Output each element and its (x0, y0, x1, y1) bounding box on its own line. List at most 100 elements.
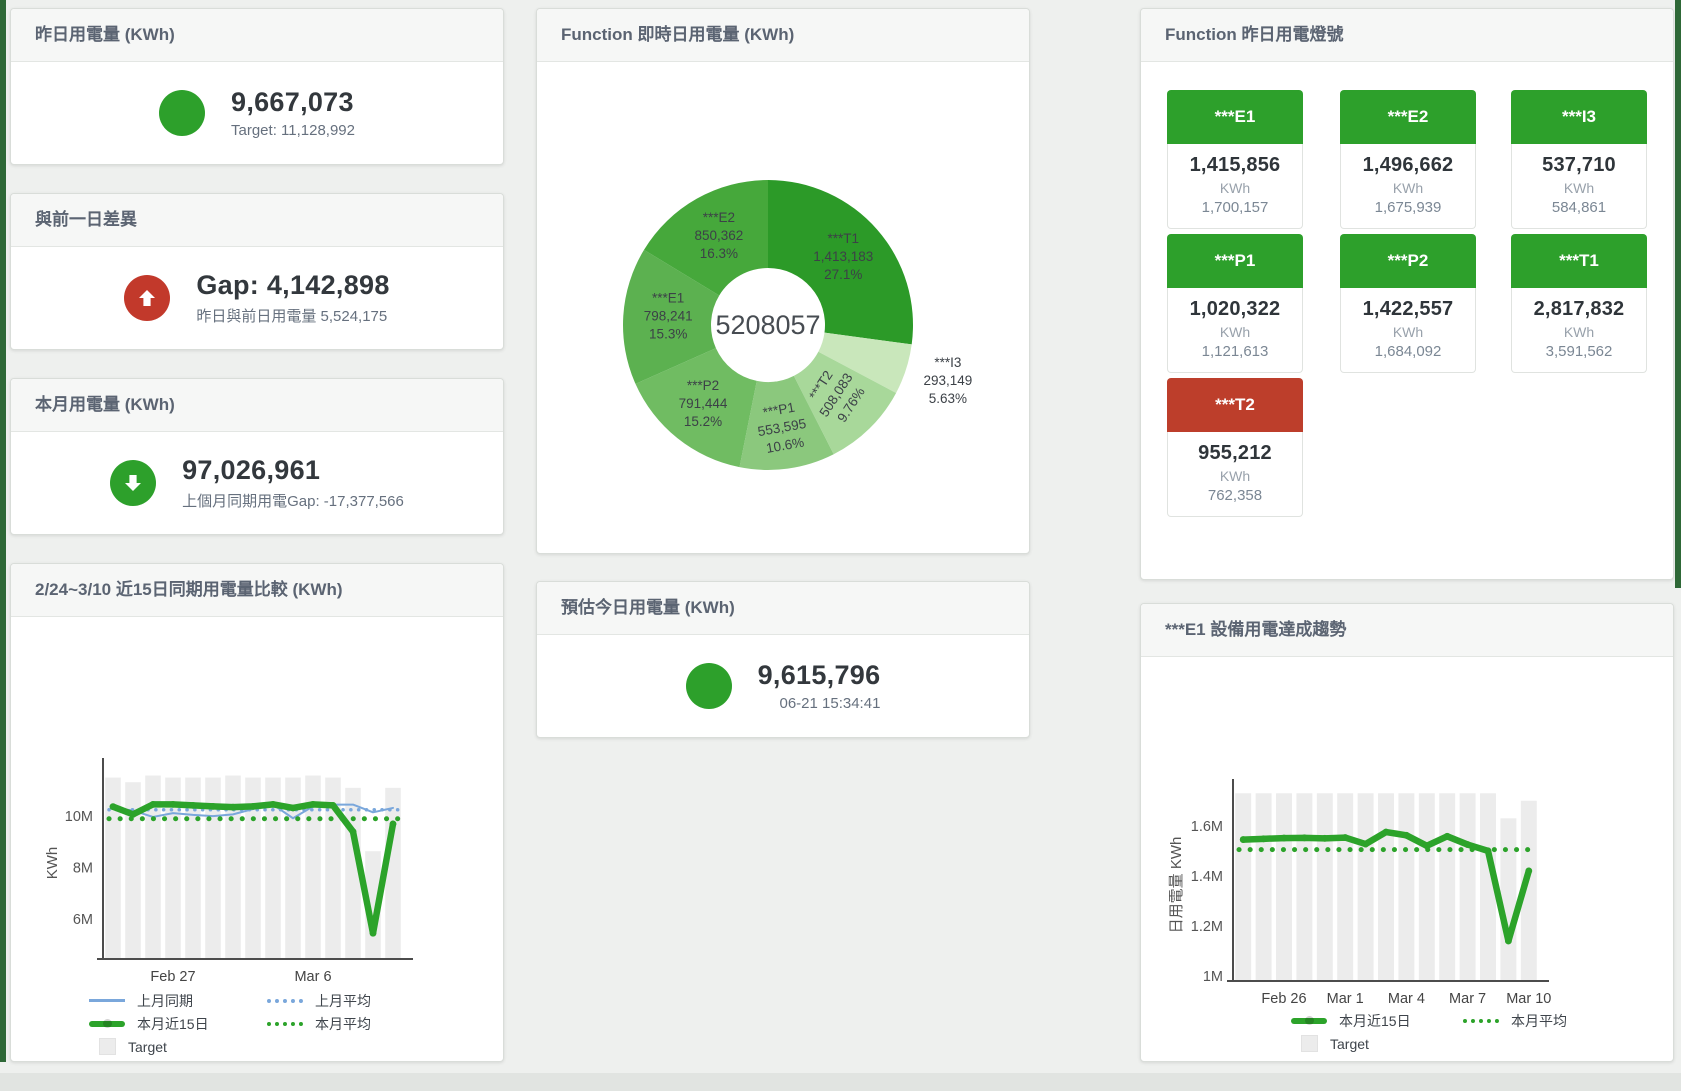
panel-realtime-usage-donut: Function 即時日用電量 (KWh) ***T11,413,18327.1… (536, 8, 1030, 554)
panel-yesterday-status-lights: Function 昨日用電燈號 ***E11,415,856KWh1,700,1… (1140, 8, 1674, 580)
light-tile-P2: ***P21,422,557KWh1,684,092 (1340, 234, 1476, 373)
target-bar[interactable] (1398, 793, 1414, 981)
light-tile-I3: ***I3537,710KWh584,861 (1511, 90, 1647, 229)
x-tick-label: Mar 6 (294, 969, 331, 985)
legend-item-Target[interactable]: Target (89, 1038, 267, 1055)
target-bar[interactable] (225, 776, 241, 959)
donut-center-total: 5208057 (715, 310, 820, 340)
light-tile-target: 3,591,562 (1514, 343, 1644, 360)
legend-item-本月平均[interactable]: 本月平均 (1463, 1011, 1635, 1031)
panel-title: ***E1 設備用電達成趨勢 (1141, 604, 1673, 657)
series-point (1362, 841, 1369, 848)
legend-item-本月近15日[interactable]: 本月近15日 (89, 1014, 267, 1034)
light-tile-E1: ***E11,415,856KWh1,700,157 (1167, 90, 1303, 229)
legend-item-Target[interactable]: Target (1291, 1035, 1463, 1052)
light-tile-T2: ***T2955,212KWh762,358 (1167, 378, 1303, 517)
series-point (1423, 842, 1430, 849)
series-point (310, 801, 317, 808)
series-point (1464, 841, 1471, 848)
target-bar[interactable] (1256, 793, 1272, 981)
legend-target-square-icon (99, 1038, 116, 1055)
target-bar[interactable] (1500, 818, 1516, 981)
panel-title: 2/24~3/10 近15日同期用電量比較 (KWh) (11, 564, 503, 617)
legend-item-上月平均[interactable]: 上月平均 (267, 991, 445, 1011)
light-tile-unit: KWh (1343, 180, 1473, 196)
series-point (1301, 834, 1308, 841)
legend-item-本月平均[interactable]: 本月平均 (267, 1014, 445, 1034)
panel-title: 本月用電量 (KWh) (11, 379, 503, 432)
series-point (1342, 834, 1349, 841)
y-tick-label: 1.6M (1191, 819, 1223, 835)
light-tile-body: 1,496,662KWh1,675,939 (1340, 144, 1476, 229)
legend-dotted-thick-line-icon (1463, 1019, 1499, 1023)
light-tile-target: 1,700,157 (1170, 199, 1300, 216)
series-point (230, 804, 237, 811)
target-bar[interactable] (1439, 793, 1455, 981)
series-point (1260, 835, 1267, 842)
series-point (290, 805, 297, 812)
light-tile-target: 584,861 (1514, 199, 1644, 216)
arrow-down-icon (122, 472, 144, 494)
legend-label: 本月平均 (1511, 1011, 1567, 1031)
target-bar[interactable] (1235, 793, 1251, 981)
series-point (1281, 835, 1288, 842)
series-point (270, 801, 277, 808)
target-bar[interactable] (1419, 793, 1435, 981)
light-tile-body: 1,415,856KWh1,700,157 (1167, 144, 1303, 229)
x-tick-label: Mar 4 (1388, 991, 1425, 1007)
series-point (350, 828, 357, 835)
x-tick-label: Feb 27 (150, 969, 195, 985)
realtime-donut-chart[interactable]: ***T11,413,18327.1%***I3293,1495.63%***T… (537, 62, 1029, 553)
panel-title: Function 昨日用電燈號 (1141, 9, 1673, 62)
x-tick-label: Mar 10 (1506, 991, 1551, 1007)
light-tile-unit: KWh (1514, 324, 1644, 340)
light-tile-value: 2,817,832 (1514, 298, 1644, 321)
light-tile-value: 1,496,662 (1343, 154, 1473, 177)
light-tile-value: 537,710 (1514, 154, 1644, 177)
legend-label: 本月近15日 (1339, 1011, 1411, 1031)
light-tile-E2: ***E21,496,662KWh1,675,939 (1340, 90, 1476, 229)
legend-label: 上月平均 (315, 991, 371, 1011)
legend-thin-line-icon (89, 999, 125, 1002)
compare-15d-legend: 上月同期 上月平均本月近15日本月平均Target (89, 989, 445, 1058)
y-axis-label: KWh (44, 847, 61, 880)
target-bar[interactable] (1460, 793, 1476, 981)
series-point (110, 803, 117, 810)
series-point (1383, 829, 1390, 836)
series-point (1240, 836, 1247, 843)
day-gap-value: Gap: 4,142,898 (196, 270, 389, 301)
light-tile-value: 1,020,322 (1170, 298, 1300, 321)
legend-item-上月同期[interactable]: 上月同期 (89, 991, 267, 1011)
estimate-today-timestamp: 06-21 15:34:41 (758, 695, 881, 712)
compare-15d-chart[interactable]: 6M8M10MFeb 27Mar 6KWh (11, 617, 503, 987)
e1-trend-chart[interactable]: 1M1.2M1.4M1.6MFeb 26Mar 1Mar 4Mar 7Mar 1… (1141, 657, 1673, 1009)
series-point (170, 801, 177, 808)
yesterday-usage-target: Target: 11,128,992 (231, 122, 355, 139)
target-bar[interactable] (1296, 793, 1312, 981)
legend-dotted-line-icon (267, 999, 303, 1003)
target-bar[interactable] (1378, 793, 1394, 981)
target-bar[interactable] (385, 788, 401, 959)
light-tile-body: 955,212KWh762,358 (1167, 432, 1303, 517)
yesterday-usage-value: 9,667,073 (231, 87, 355, 118)
light-tile-label: ***I3 (1511, 90, 1647, 144)
light-tile-target: 762,358 (1170, 487, 1300, 504)
panel-title: 預估今日用電量 (KWh) (537, 582, 1029, 635)
light-tile-label: ***P2 (1340, 234, 1476, 288)
x-tick-label: Mar 1 (1327, 991, 1364, 1007)
page-left-accent-strip (0, 0, 6, 1062)
series-point (1444, 833, 1451, 840)
series-point (1403, 832, 1410, 839)
series-point (1525, 867, 1532, 874)
light-tile-label: ***T2 (1167, 378, 1303, 432)
legend-thick-line-icon (89, 1021, 125, 1027)
light-tile-target: 1,121,613 (1170, 343, 1300, 360)
target-bar[interactable] (1317, 793, 1333, 981)
target-bar[interactable] (1358, 793, 1374, 981)
target-bar[interactable] (1276, 793, 1292, 981)
light-tile-body: 537,710KWh584,861 (1511, 144, 1647, 229)
target-bar[interactable] (1337, 793, 1353, 981)
y-tick-label: 10M (65, 809, 93, 825)
series-point (1485, 847, 1492, 854)
legend-item-本月近15日[interactable]: 本月近15日 (1291, 1011, 1463, 1031)
